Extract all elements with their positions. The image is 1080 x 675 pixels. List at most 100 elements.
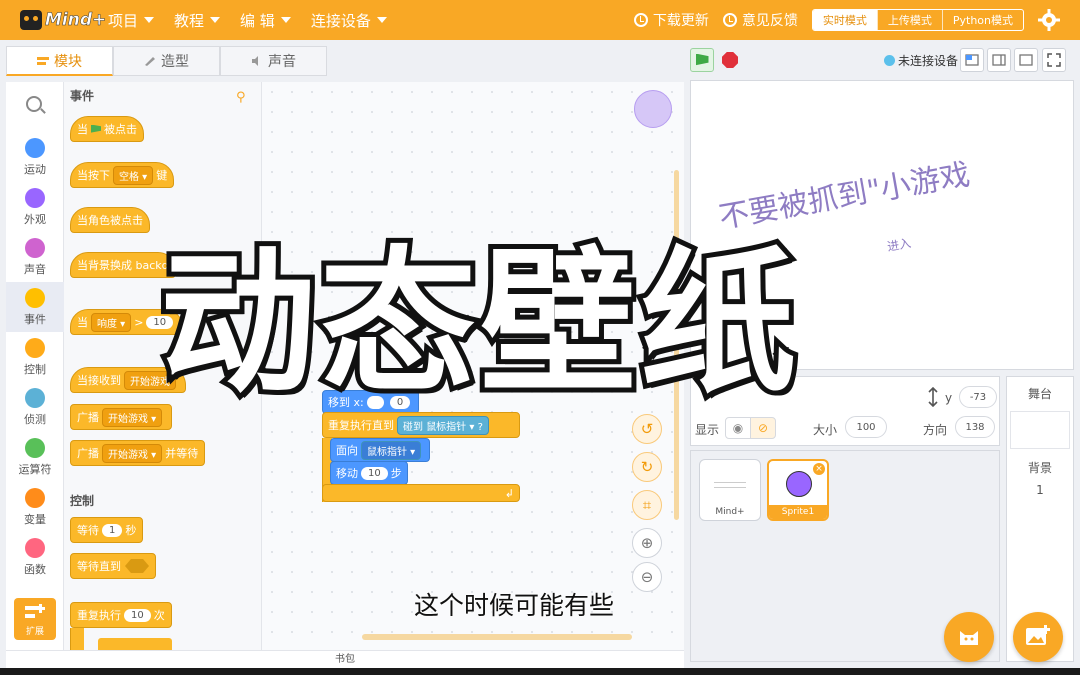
category-control[interactable]: 控制 xyxy=(6,338,64,377)
tab-blocks[interactable]: 模块 xyxy=(6,46,113,76)
key-value: 空格 xyxy=(119,171,139,183)
top-right-controls: 下载更新 意见反馈 实时模式 上传模式 Python模式 xyxy=(633,0,1080,40)
python-mode-button[interactable]: Python模式 xyxy=(941,10,1023,30)
backpack-bar[interactable]: 书包 xyxy=(6,650,684,668)
pin-icon[interactable]: ⚲ xyxy=(236,90,246,105)
category-label: 事件 xyxy=(24,313,46,326)
settings-gear-icon[interactable] xyxy=(1038,9,1060,31)
zoom-out-button[interactable]: ⊖ xyxy=(632,562,662,592)
block-text: 广播 xyxy=(77,447,99,460)
target-dropdown[interactable]: 鼠标指针 ▾ xyxy=(361,440,422,460)
small-stage-button[interactable] xyxy=(960,48,984,72)
category-label: 运动 xyxy=(24,163,46,176)
fullscreen-button[interactable] xyxy=(1042,48,1066,72)
broadcast-and-wait-block[interactable]: 广播 开始游戏 ▾ 并等待 xyxy=(70,440,206,466)
undo-icon: ↺ xyxy=(640,420,654,438)
category-operators[interactable]: 运算符 xyxy=(6,438,64,477)
when-key-pressed-block[interactable]: 当按下 空格 ▾ 键 xyxy=(70,162,175,188)
normal-stage-button[interactable] xyxy=(987,48,1011,72)
category-label: 侦测 xyxy=(24,413,46,426)
steps-input[interactable]: 10 xyxy=(361,466,388,480)
key-dropdown[interactable]: 空格 ▾ xyxy=(113,165,154,185)
menu-project[interactable]: 项目 xyxy=(108,10,155,31)
message-dropdown[interactable]: 开始游戏 ▾ xyxy=(102,407,163,427)
top-menu-bar: Mind+ 项目 教程 编 辑 连接设备 下载更新 意见反馈 实时模式 上传模式… xyxy=(0,0,1080,40)
realtime-mode-button[interactable]: 实时模式 xyxy=(812,10,877,30)
block-text: 当接收到 xyxy=(77,374,121,387)
repeat-times-block[interactable]: 重复执行 10 次 xyxy=(70,602,172,628)
move-steps-block[interactable]: 移动 10 步 xyxy=(330,461,408,485)
upload-mode-button[interactable]: 上传模式 xyxy=(876,10,942,30)
block-text: 当按下 xyxy=(77,169,110,182)
boolean-slot-icon xyxy=(125,559,149,573)
when-sprite-clicked-block[interactable]: 当角色被点击 xyxy=(70,207,150,233)
category-label: 变量 xyxy=(24,513,46,526)
horizontal-scrollbar[interactable] xyxy=(362,634,632,640)
block-text: 等待 xyxy=(77,524,99,537)
category-events[interactable]: 事件 xyxy=(6,282,64,332)
when-flag-clicked-block[interactable]: 当 被点击 xyxy=(70,116,144,142)
green-flag-button[interactable] xyxy=(690,48,714,72)
block-text: 当 xyxy=(77,123,88,136)
search-icon[interactable] xyxy=(26,96,42,112)
large-stage-button[interactable] xyxy=(1014,48,1038,72)
menu-edit-label: 编 辑 xyxy=(240,11,275,30)
backdrop-count: 1 xyxy=(1036,483,1044,497)
point-towards-block[interactable]: 面向 鼠标指针 ▾ xyxy=(330,438,431,462)
zoom-in-button[interactable]: ⊕ xyxy=(632,528,662,558)
block-text: 等待直到 xyxy=(77,560,121,573)
category-looks[interactable]: 外观 xyxy=(6,188,64,227)
tab-costumes[interactable]: 造型 xyxy=(113,46,220,76)
category-motion[interactable]: 运动 xyxy=(6,138,64,177)
category-functions[interactable]: 函数 xyxy=(6,538,64,577)
repeat-count-input[interactable]: 10 xyxy=(124,608,151,622)
wait-seconds-block[interactable]: 等待 1 秒 xyxy=(70,517,144,543)
menu-edit[interactable]: 编 辑 xyxy=(240,10,291,31)
choose-backdrop-button[interactable] xyxy=(1013,612,1063,662)
choose-sprite-button[interactable] xyxy=(944,612,994,662)
blocks-icon xyxy=(37,56,49,65)
delete-sprite-icon[interactable]: × xyxy=(813,463,825,475)
category-sound[interactable]: 声音 xyxy=(6,238,64,277)
events-dot-icon xyxy=(25,288,45,308)
sprite-card-sprite1[interactable]: × Sprite1 xyxy=(767,459,829,521)
sensor-dropdown[interactable]: 响度 ▾ xyxy=(91,312,132,332)
green-flag-icon xyxy=(695,53,709,66)
video-caption: 这个时候可能有些 xyxy=(414,591,615,620)
download-update-link[interactable]: 下载更新 xyxy=(633,10,709,30)
block-text: 当角色被点击 xyxy=(77,214,143,227)
mind-plus-logo[interactable]: Mind+ xyxy=(20,10,108,30)
tab-sounds[interactable]: 声音 xyxy=(220,46,327,76)
redo-button[interactable]: ↻ xyxy=(632,452,662,482)
sprite-card-mindplus[interactable]: Mind+ xyxy=(699,459,761,521)
category-sensing[interactable]: 侦测 xyxy=(6,388,64,427)
feedback-label: 意见反馈 xyxy=(741,13,798,29)
wait-until-block[interactable]: 等待直到 xyxy=(70,553,156,579)
crop-button[interactable]: ⌗ xyxy=(632,490,662,520)
direction-field[interactable]: 138 xyxy=(955,416,995,438)
speaker-icon xyxy=(252,56,258,66)
connection-icon xyxy=(883,54,895,66)
category-variables[interactable]: 变量 xyxy=(6,488,64,527)
fullscreen-icon xyxy=(1047,53,1061,67)
chevron-down-icon xyxy=(376,17,387,23)
menu-tutorial[interactable]: 教程 xyxy=(174,10,221,31)
broadcast-block[interactable]: 广播 开始游戏 ▾ xyxy=(70,404,173,430)
stage-toolbar: 未连接设备 xyxy=(690,46,1074,74)
extensions-button[interactable]: 扩展 xyxy=(14,598,56,640)
block-text: 被点击 xyxy=(104,123,137,136)
block-text: 当 xyxy=(77,316,88,329)
stop-button[interactable] xyxy=(722,52,738,68)
seconds-input[interactable]: 1 xyxy=(102,523,123,537)
block-text: 次 xyxy=(153,609,165,622)
size-label: 大小 xyxy=(813,423,838,437)
message-dropdown[interactable]: 开始游戏 ▾ xyxy=(102,443,163,463)
events-section-title: 事件 xyxy=(70,89,95,103)
y-field[interactable]: -73 xyxy=(959,386,997,408)
target-value: 鼠标指针 xyxy=(367,446,407,458)
stage-preview xyxy=(1010,411,1070,449)
feedback-link[interactable]: 意见反馈 xyxy=(722,10,798,30)
connection-status[interactable]: 未连接设备 xyxy=(883,52,958,69)
menu-connect-device[interactable]: 连接设备 xyxy=(311,10,387,31)
current-sprite-thumbnail xyxy=(634,90,672,128)
